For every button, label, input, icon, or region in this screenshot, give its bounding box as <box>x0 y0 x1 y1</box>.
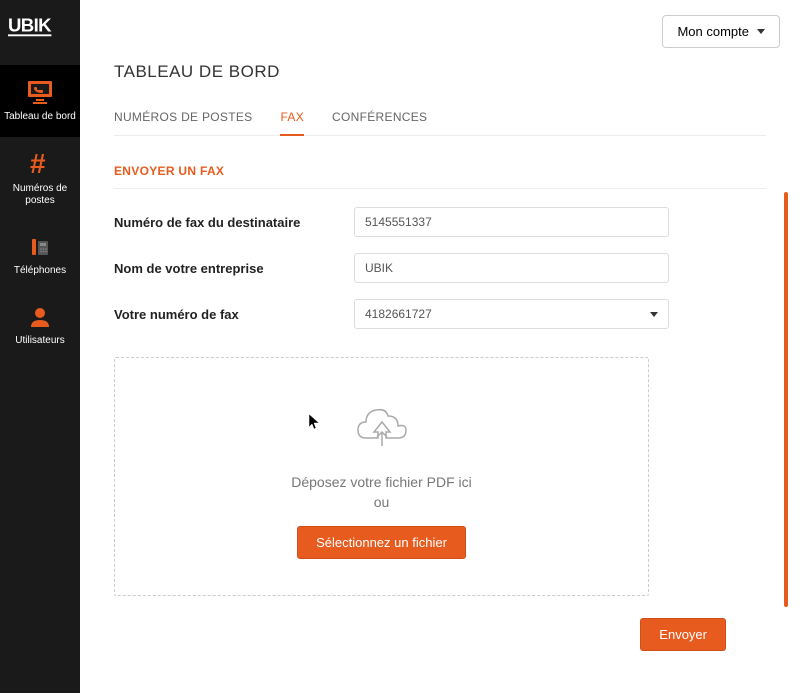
section-title: ENVOYER UN FAX <box>114 164 766 178</box>
main-panel: Mon compte TABLEAU DE BORD NUMÉROS DE PO… <box>80 0 800 693</box>
svg-text:#: # <box>30 151 46 177</box>
dropzone-line2: ou <box>135 493 628 513</box>
company-name-label: Nom de votre entreprise <box>114 261 354 276</box>
deskphone-icon <box>28 235 52 259</box>
brand-logo: UBIK <box>0 0 80 65</box>
chevron-down-icon <box>757 29 765 34</box>
select-file-button[interactable]: Sélectionnez un fichier <box>297 526 466 559</box>
send-button[interactable]: Envoyer <box>640 618 726 651</box>
recipient-fax-input[interactable] <box>354 207 669 237</box>
sidebar-item-label: Téléphones <box>14 265 66 277</box>
cloud-upload-icon <box>354 406 410 450</box>
tab-fax[interactable]: FAX <box>280 102 304 136</box>
tab-conferences[interactable]: CONFÉRENCES <box>332 102 427 135</box>
company-name-input[interactable] <box>354 253 669 283</box>
recipient-fax-label: Numéro de fax du destinataire <box>114 215 354 230</box>
user-icon <box>28 305 52 329</box>
sidebar: UBIK Tableau de bord # Numéros de postes… <box>0 0 80 693</box>
dropzone-text: Déposez votre fichier PDF ici ou <box>135 473 628 512</box>
scrollbar[interactable] <box>784 192 788 607</box>
dropzone-line1: Déposez votre fichier PDF ici <box>135 473 628 493</box>
page-title: TABLEAU DE BORD <box>114 62 766 82</box>
file-dropzone[interactable]: Déposez votre fichier PDF ici ou Sélecti… <box>114 357 649 596</box>
hash-icon: # <box>27 151 53 177</box>
sidebar-item-dashboard[interactable]: Tableau de bord <box>0 65 80 137</box>
sidebar-item-label: Utilisateurs <box>15 335 64 347</box>
your-fax-selected-value: 4182661727 <box>365 307 432 321</box>
tabs: NUMÉROS DE POSTES FAX CONFÉRENCES <box>114 102 766 136</box>
chevron-down-icon <box>650 312 658 317</box>
monitor-phone-icon <box>25 79 55 105</box>
topbar: Mon compte <box>80 0 800 62</box>
account-menu-label: Mon compte <box>677 24 749 39</box>
sidebar-item-label: Numéros de postes <box>4 183 76 207</box>
sidebar-item-users[interactable]: Utilisateurs <box>0 291 80 361</box>
sidebar-item-phones[interactable]: Téléphones <box>0 221 80 291</box>
sidebar-item-label: Tableau de bord <box>4 111 76 123</box>
your-fax-select[interactable]: 4182661727 <box>354 299 669 329</box>
tab-extensions[interactable]: NUMÉROS DE POSTES <box>114 102 252 135</box>
sidebar-item-extensions[interactable]: # Numéros de postes <box>0 137 80 221</box>
account-menu-button[interactable]: Mon compte <box>662 15 780 48</box>
divider <box>114 188 766 189</box>
svg-text:UBIK: UBIK <box>8 15 52 36</box>
your-fax-label: Votre numéro de fax <box>114 307 354 322</box>
ubik-logo-icon: UBIK <box>8 10 70 42</box>
